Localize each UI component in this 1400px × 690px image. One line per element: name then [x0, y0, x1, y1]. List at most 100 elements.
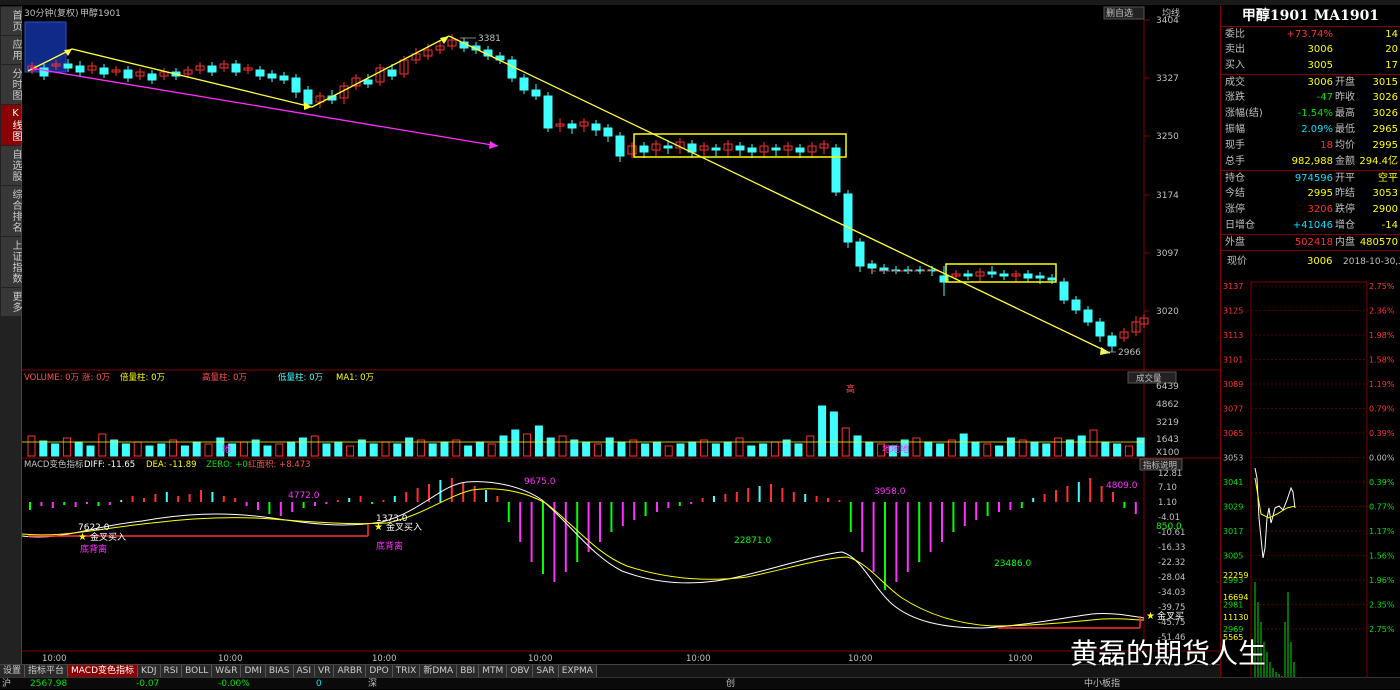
mini-price-tick: 3005 [1223, 552, 1243, 561]
quote-row: 委比 +73.74% 14 [1221, 26, 1400, 42]
volume-bar [51, 443, 60, 457]
macd-tick: -16.33 [1158, 543, 1185, 553]
volume-bar [499, 435, 508, 457]
volume-bar [263, 445, 272, 457]
quote-title: 甲醇1901 MA1901 [1241, 8, 1380, 24]
macd-tick: -22.32 [1158, 558, 1185, 568]
indicator-tab-6[interactable]: W&R [212, 665, 242, 677]
volume-bar [405, 437, 414, 457]
candle-body [519, 77, 529, 91]
volume-bar [322, 443, 331, 457]
indicator-tab-2[interactable]: MACD变色指标 [68, 665, 139, 677]
time-tick: 10:00 [42, 654, 67, 664]
mini-vol-tick: 11130 [1223, 613, 1248, 622]
svg-text:金叉买入: 金叉买入 [386, 521, 422, 533]
volume-bar [287, 441, 296, 457]
svg-text:红面积: +8.473: 红面积: +8.473 [248, 459, 311, 470]
left-tab-3[interactable]: K线图 [1, 105, 21, 145]
mini-pct-tick: 1.19% [1369, 380, 1395, 389]
volume-bar [369, 443, 378, 457]
indicator-tab-5[interactable]: BOLL [182, 665, 213, 677]
candle-body [363, 79, 373, 85]
indicator-tab-0[interactable]: 设置 [0, 665, 26, 677]
quote-row: 现手 18 均价 2995 [1225, 140, 1398, 151]
high-price-label: 3381 [478, 34, 501, 44]
indicator-tab-8[interactable]: BIAS [265, 665, 294, 677]
volume-bar [829, 411, 838, 457]
mini-pct-tick: 0.77% [1369, 503, 1395, 512]
indicator-tab-10[interactable]: VR [315, 665, 335, 677]
mini-pct-tick: 0.39% [1369, 429, 1395, 438]
candle-body [1035, 275, 1045, 279]
svg-text:★: ★ [78, 532, 87, 543]
volume-bar [936, 443, 945, 457]
indicator-tab-7[interactable]: DMI [241, 665, 266, 677]
mini-pct-tick: 0.00% [1369, 454, 1395, 463]
volume-bar [688, 441, 697, 457]
time-tick: 10:00 [686, 654, 711, 664]
mini-vol-tick: 16694 [1223, 593, 1248, 602]
indicator-tab-18[interactable]: SAR [533, 665, 559, 677]
candle-body [867, 263, 877, 269]
candle-body [387, 69, 397, 77]
indicator-tab-3[interactable]: KDJ [138, 665, 161, 677]
svg-text:DEA: -11.89: DEA: -11.89 [146, 460, 197, 470]
svg-text:MA1: 0万: MA1: 0万 [336, 373, 374, 383]
indicator-tab-4[interactable]: RSI [160, 665, 183, 677]
volume-bar [1077, 435, 1086, 457]
current-price-row: 现价 3006 2018-10-30,二 [1221, 250, 1400, 272]
indicator-tab-9[interactable]: ASI [293, 665, 316, 677]
macd-tick: -34.03 [1158, 588, 1185, 598]
macd-value-label: 4809.0 [1106, 481, 1138, 491]
candle-body [123, 69, 133, 79]
volume-bar [605, 437, 614, 457]
svg-text:金叉买入: 金叉买入 [90, 531, 126, 543]
volume-bar [794, 443, 803, 457]
left-tab-0[interactable]: 首页 [1, 7, 21, 35]
candle-body [639, 145, 649, 153]
volume-bar [74, 441, 83, 457]
candle-body [543, 95, 553, 129]
svg-text:底背离: 底背离 [80, 543, 107, 555]
volume-bar [534, 425, 543, 457]
volume-bar [723, 441, 732, 457]
left-tab-6[interactable]: 上证指数 [1, 237, 21, 287]
volume-bar [298, 437, 307, 457]
mini-pct-tick: 1.98% [1369, 331, 1395, 340]
left-tab-2[interactable]: 分时图 [1, 65, 21, 104]
indicator-tab-1[interactable]: 指标平台 [25, 665, 69, 677]
candle-body [1023, 273, 1033, 279]
low-price-label: 2966 [1118, 348, 1141, 358]
svg-text:涨: 0万: 涨: 0万 [82, 372, 110, 383]
left-tab-4[interactable]: 自选股 [1, 146, 21, 185]
volume-bar [475, 441, 484, 457]
time-tick: 10:00 [848, 654, 873, 664]
volume-bar [39, 440, 48, 457]
indicator-tab-16[interactable]: MTM [479, 665, 508, 677]
quote-panel: 甲醇1901 MA1901 委比 +73.74% 14 卖出 3006 20 买入 3005 1… [1220, 6, 1400, 689]
left-tab-5[interactable]: 综合排名 [1, 186, 21, 236]
price-tick: 3404 [1156, 16, 1179, 26]
indicator-tab-14[interactable]: 新DMA [420, 665, 458, 677]
volume-bar [971, 441, 980, 457]
price-tick: 3250 [1156, 132, 1179, 142]
indicator-tab-17[interactable]: OBV [507, 665, 534, 677]
volume-bar [1030, 441, 1039, 457]
quote-row: 日增仓 +41046 增仓 -14 [1225, 220, 1398, 231]
macd-tick: 7.10 [1158, 483, 1177, 493]
low-volume-mark: 地 [222, 443, 231, 455]
macd-tick: -28.04 [1158, 573, 1185, 583]
kline-chart: 30分钟(复权) 甲醇1901 删自选 均线 34043327325031743… [22, 6, 1220, 664]
indicator-tab-11[interactable]: ARBR [334, 665, 367, 677]
mini-pct-tick: 2.36% [1369, 307, 1395, 316]
indicator-tab-13[interactable]: TRIX [392, 665, 421, 677]
candle-body [591, 123, 601, 131]
mini-price-tick: 3041 [1223, 478, 1243, 487]
left-tab-7[interactable]: 更多 [1, 288, 21, 316]
indicator-tab-12[interactable]: DPO [366, 665, 393, 677]
candle-body [843, 193, 853, 243]
price-tick: 3097 [1156, 249, 1179, 259]
indicator-tab-19[interactable]: EXPMA [558, 665, 597, 677]
indicator-tab-15[interactable]: BBI [457, 665, 480, 677]
left-tab-1[interactable]: 应用 [1, 36, 21, 64]
